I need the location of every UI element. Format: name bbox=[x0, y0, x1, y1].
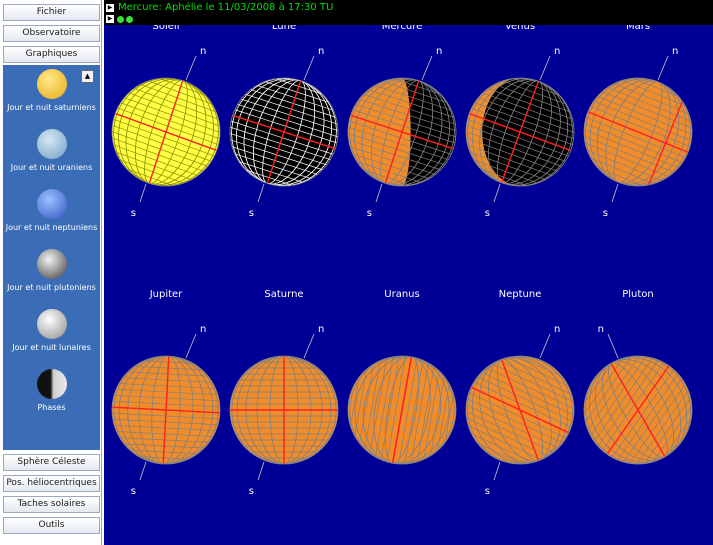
north-axis-line bbox=[657, 55, 669, 81]
menu-button-pos-heliocentriques[interactable]: Pos. héliocentriques bbox=[3, 475, 100, 492]
body-1: Soleil n s bbox=[111, 25, 221, 219]
north-axis-line bbox=[607, 333, 619, 359]
green-dot-icon[interactable] bbox=[126, 16, 133, 23]
north-pole-label: n bbox=[554, 324, 560, 335]
sidebar: Fichier Observatoire Graphiques Jour et … bbox=[0, 0, 102, 545]
body-6: Jupiter n s bbox=[111, 289, 221, 497]
body-2: Lune n s bbox=[229, 25, 339, 219]
body-name-label: Neptune bbox=[499, 289, 542, 300]
south-pole-label: s bbox=[367, 208, 372, 219]
north-pole-label: n bbox=[318, 324, 324, 335]
body-name-label: Soleil bbox=[153, 25, 180, 32]
body-name-label: Vénus bbox=[505, 25, 535, 32]
body-name-label: Uranus bbox=[384, 289, 419, 300]
saturn-day-night-icon bbox=[36, 69, 67, 99]
south-pole-label: s bbox=[131, 486, 136, 497]
south-axis-line bbox=[493, 183, 501, 203]
north-axis-line bbox=[303, 55, 315, 81]
north-axis-line bbox=[303, 333, 315, 359]
menu-button-graphiques[interactable]: Graphiques bbox=[3, 46, 100, 63]
body-name-label: Mars bbox=[626, 25, 650, 32]
north-axis-line bbox=[421, 55, 433, 81]
body-4: Vénus n s bbox=[465, 25, 575, 219]
green-dot-icon[interactable] bbox=[117, 16, 124, 23]
north-axis-line bbox=[539, 55, 551, 81]
neptune-day-night-icon bbox=[36, 189, 67, 219]
phases-icon bbox=[36, 369, 67, 399]
south-axis-line bbox=[611, 183, 619, 203]
north-pole-label: n bbox=[200, 324, 206, 335]
body-9: Neptune n s bbox=[465, 289, 575, 497]
south-pole-label: s bbox=[485, 486, 490, 497]
scroll-up-button[interactable]: ▲ bbox=[81, 70, 94, 83]
body-name-label: Pluton bbox=[622, 289, 654, 300]
south-axis-line bbox=[493, 461, 501, 481]
tool-phases[interactable]: Phases bbox=[3, 369, 100, 412]
tool-label: Phases bbox=[37, 403, 66, 412]
body-5: Mars n s bbox=[583, 25, 693, 219]
tool-pluto-day-night[interactable]: Jour et nuit plutoniens bbox=[3, 249, 100, 292]
tool-label: Jour et nuit lunaires bbox=[12, 343, 91, 352]
tool-label: Jour et nuit saturniens bbox=[7, 103, 96, 112]
uranus-day-night-icon bbox=[36, 129, 67, 159]
planets-svg: SoleilnsLunensMercurensVénusnsMarsnsJupi… bbox=[111, 25, 693, 497]
body-10: Pluton n bbox=[583, 289, 693, 465]
south-axis-line bbox=[257, 461, 265, 481]
tool-uranus-day-night[interactable]: Jour et nuit uraniens bbox=[3, 129, 100, 172]
planets-canvas: Soleil n s Lune n s Mercure n s Vénus n s Mars n s Jupi… bbox=[104, 25, 713, 545]
tool-label: Jour et nuit neptuniens bbox=[5, 223, 98, 232]
moon-day-night-icon bbox=[36, 309, 67, 339]
south-pole-label: s bbox=[485, 208, 490, 219]
south-pole-label: s bbox=[603, 208, 608, 219]
menu-button-sphere-celeste[interactable]: Sphère Céleste bbox=[3, 454, 100, 471]
north-axis-line bbox=[185, 55, 197, 81]
north-axis-line bbox=[185, 333, 197, 359]
south-axis-line bbox=[375, 183, 383, 203]
menu-button-taches-solaires[interactable]: Taches solaires bbox=[3, 496, 100, 513]
event-title: Mercure: Aphélie le 11/03/2008 à 17:30 T… bbox=[118, 2, 334, 13]
south-axis-line bbox=[139, 461, 147, 481]
body-8: Uranus bbox=[347, 289, 457, 465]
north-axis-line bbox=[539, 333, 551, 359]
body-3: Mercure n s bbox=[347, 25, 457, 219]
play-icon[interactable]: ▶ bbox=[106, 15, 114, 23]
body-name-label: Lune bbox=[272, 25, 296, 32]
north-pole-label: n bbox=[436, 46, 442, 57]
menu-button-observatoire[interactable]: Observatoire bbox=[3, 25, 100, 42]
body-name-label: Saturne bbox=[264, 289, 303, 300]
north-pole-label: n bbox=[598, 324, 604, 335]
south-pole-label: s bbox=[131, 208, 136, 219]
body-name-label: Jupiter bbox=[149, 289, 183, 300]
graphiques-panel: Jour et nuit saturniens Jour et nuit ura… bbox=[3, 65, 100, 450]
tool-neptune-day-night[interactable]: Jour et nuit neptuniens bbox=[3, 189, 100, 232]
tool-moon-day-night[interactable]: Jour et nuit lunaires bbox=[3, 309, 100, 352]
south-pole-label: s bbox=[249, 486, 254, 497]
pluto-day-night-icon bbox=[36, 249, 67, 279]
south-axis-line bbox=[139, 183, 147, 203]
body-name-label: Mercure bbox=[382, 25, 423, 32]
north-pole-label: n bbox=[672, 46, 678, 57]
north-pole-label: n bbox=[318, 46, 324, 57]
north-pole-label: n bbox=[200, 46, 206, 57]
menu-button-fichier[interactable]: Fichier bbox=[3, 4, 100, 21]
north-pole-label: n bbox=[554, 46, 560, 57]
tool-label: Jour et nuit uraniens bbox=[10, 163, 93, 172]
menu-button-outils[interactable]: Outils bbox=[3, 517, 100, 534]
play-icon[interactable]: ▶ bbox=[106, 4, 114, 12]
body-7: Saturne n s bbox=[229, 289, 339, 497]
south-axis-line bbox=[257, 183, 265, 203]
tool-label: Jour et nuit plutoniens bbox=[7, 283, 96, 292]
title-bar: ▶ ▶ Mercure: Aphélie le 11/03/2008 à 17:… bbox=[104, 0, 713, 25]
south-pole-label: s bbox=[249, 208, 254, 219]
